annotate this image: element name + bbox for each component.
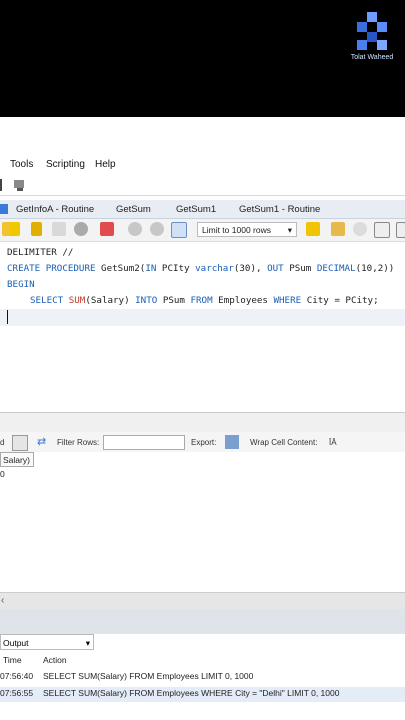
wrap-icon[interactable] (396, 222, 405, 238)
col-action: Action (43, 655, 67, 665)
wrap-cell-icon[interactable]: ĪĀ (329, 438, 337, 447)
output-select[interactable]: Output ▾ (0, 634, 94, 650)
beautify-icon[interactable] (331, 222, 345, 236)
tab-getinfoa-routine[interactable]: GetInfoA - Routine (16, 204, 94, 215)
text-cursor (7, 310, 8, 324)
kw-into: INTO (135, 295, 158, 306)
sql-editor[interactable]: DELIMITER // CREATE PROCEDURE GetSum2(IN… (0, 242, 405, 412)
limit-rows-label: Limit to 1000 rows (202, 225, 271, 235)
filter-rows-input[interactable] (103, 435, 185, 450)
menu-help[interactable]: Help (95, 159, 116, 170)
kw-decimal: DECIMAL (316, 263, 356, 274)
grid-cell[interactable]: 0 (0, 469, 5, 479)
into-var: PSum (157, 295, 191, 306)
autocommit-icon[interactable] (171, 222, 187, 238)
editor-line-3: BEGIN (7, 279, 35, 290)
param-pcity: PCIty (156, 263, 196, 274)
editor-toolbar: Limit to 1000 rows ▾ (0, 219, 405, 242)
fn-sum: SUM (63, 295, 86, 306)
col-time: Time (3, 655, 22, 665)
watermark-text: Tolat Waheed (350, 54, 394, 61)
invisible-chars-icon[interactable] (374, 222, 390, 238)
explain-icon[interactable] (52, 222, 66, 236)
varchar-size: (30), (233, 263, 268, 274)
execute-icon[interactable] (10, 222, 20, 236)
kw-from: FROM (190, 295, 213, 306)
toggle-icon[interactable] (100, 222, 114, 236)
where-clause: City = PCity; (301, 295, 379, 306)
table-name: Employees (212, 295, 274, 306)
tab-bar: GetInfoA - Routine GetSum GetSum1 GetSum… (0, 200, 405, 219)
search-icon[interactable] (353, 222, 367, 236)
kw-varchar: varchar (195, 263, 234, 274)
output-select-label: Output (3, 638, 29, 648)
main-toolbar (0, 175, 405, 196)
chevron-down-icon: ▾ (85, 638, 90, 648)
menu-bar: Tools Scripting Help (0, 153, 405, 175)
refresh-icon[interactable]: ⇄ (37, 435, 46, 448)
kw-create-procedure: CREATE PROCEDURE (7, 263, 96, 274)
panel-gap (0, 609, 405, 634)
export-icon[interactable] (225, 435, 239, 449)
rollback-icon[interactable] (150, 222, 164, 236)
menu-tools[interactable]: Tools (10, 159, 33, 170)
editor-line-2: CREATE PROCEDURE GetSum2(IN PCIty varcha… (7, 263, 394, 274)
kw-where: WHERE (273, 295, 302, 306)
proc-name: GetSum2( (95, 263, 146, 274)
row-action: SELECT SUM(Salary) FROM Employees WHERE … (43, 688, 340, 698)
sum-arg: (Salary) (85, 295, 136, 306)
row-time: 07:56:40 (0, 671, 34, 681)
menu-scripting[interactable]: Scripting (46, 159, 85, 170)
tab-scroll-icon[interactable] (0, 204, 8, 214)
output-row[interactable]: 07:56:55 SELECT SUM(Salary) FROM Employe… (0, 687, 405, 702)
editor-line-1: DELIMITER // (7, 247, 74, 258)
chevron-down-icon: ▾ (287, 225, 292, 235)
param-psum: PSum (283, 263, 317, 274)
scroll-left-icon[interactable]: ‹ (1, 595, 4, 606)
grid-icon[interactable] (12, 435, 28, 451)
kw-out: OUT (267, 263, 284, 274)
row-time: 07:56:55 (0, 688, 34, 698)
kw-select: SELECT (30, 295, 64, 306)
filter-rows-label: Filter Rows: (57, 438, 100, 447)
commit-icon[interactable] (128, 222, 142, 236)
current-line-highlight (0, 309, 405, 326)
connect-icon[interactable] (12, 177, 28, 193)
export-label: Export: (191, 438, 217, 447)
results-tab-fragment: d (0, 438, 5, 447)
stop-icon[interactable] (74, 222, 88, 236)
output-panel: Time Action 07:56:40 SELECT SUM(Salary) … (0, 652, 405, 720)
tab-getsum[interactable]: GetSum (116, 204, 151, 215)
decimal-size: (10,2)) (355, 263, 395, 274)
kw-in: IN (145, 263, 157, 274)
logo-icon (357, 12, 387, 50)
limit-rows-select[interactable]: Limit to 1000 rows ▾ (197, 222, 297, 237)
panel-splitter[interactable] (0, 412, 405, 434)
results-toolbar: d ⇄ Filter Rows: Export: Wrap Cell Conte… (0, 432, 405, 453)
toolbar-edge (0, 179, 2, 191)
tab-getsum1[interactable]: GetSum1 (176, 204, 216, 215)
row-action: SELECT SUM(Salary) FROM Employees LIMIT … (43, 671, 254, 681)
editor-line-4: SELECT SUM(Salary) INTO PSum FROM Employ… (30, 295, 379, 306)
column-header[interactable]: Salary) (0, 452, 34, 467)
wrap-cell-label: Wrap Cell Content: (250, 438, 318, 447)
star-icon[interactable] (306, 222, 320, 236)
execute-current-icon[interactable] (31, 222, 42, 236)
result-grid: Salary) 0 (0, 452, 405, 592)
horizontal-scrollbar[interactable]: ‹ (0, 592, 405, 610)
tab-getsum1-routine[interactable]: GetSum1 - Routine (239, 204, 320, 215)
